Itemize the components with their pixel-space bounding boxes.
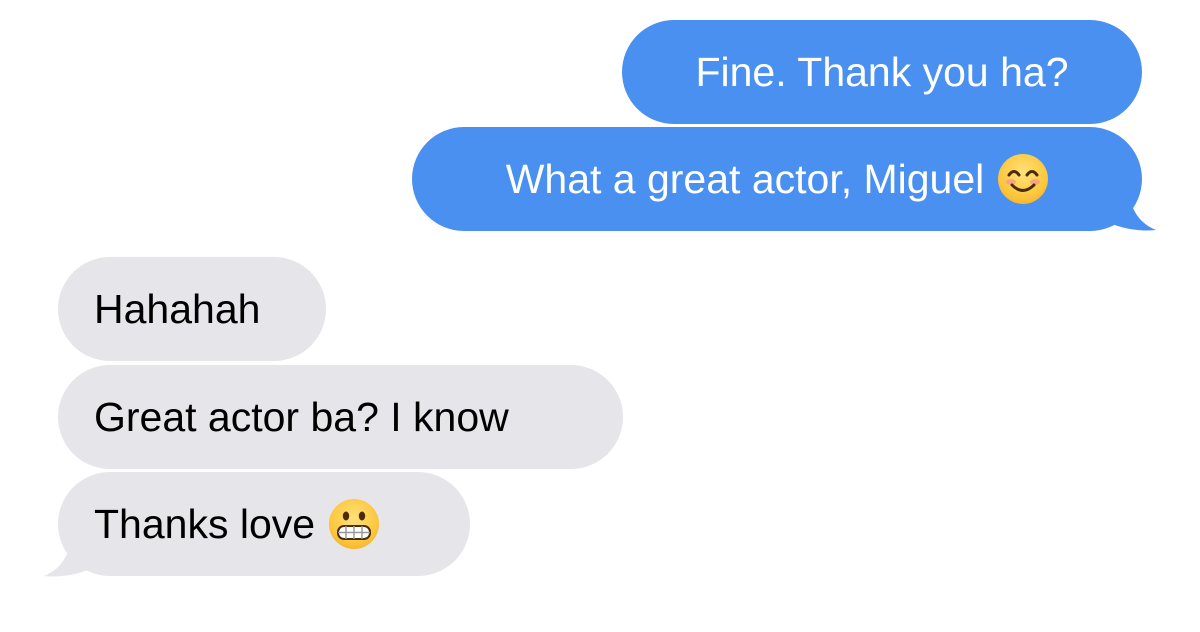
message-thread: Fine. Thank you ha? What a great actor, …	[0, 0, 1200, 632]
smiling-face-icon	[998, 154, 1049, 205]
message-text: Fine. Thank you ha?	[695, 49, 1069, 95]
message-text: Hahahah	[94, 286, 261, 332]
sent-message-bubble[interactable]: What a great actor, Miguel	[412, 127, 1142, 231]
message-text: Thanks love	[94, 501, 316, 547]
message-text: What a great actor, Miguel	[505, 156, 985, 202]
received-message-bubble[interactable]: Thanks love	[58, 472, 470, 576]
received-message-bubble[interactable]: Hahahah	[58, 257, 326, 361]
grimacing-face-icon	[329, 499, 380, 550]
message-text: Great actor ba? I know	[94, 394, 509, 440]
received-message-bubble[interactable]: Great actor ba? I know	[58, 365, 623, 469]
sent-message-bubble[interactable]: Fine. Thank you ha?	[622, 20, 1142, 124]
